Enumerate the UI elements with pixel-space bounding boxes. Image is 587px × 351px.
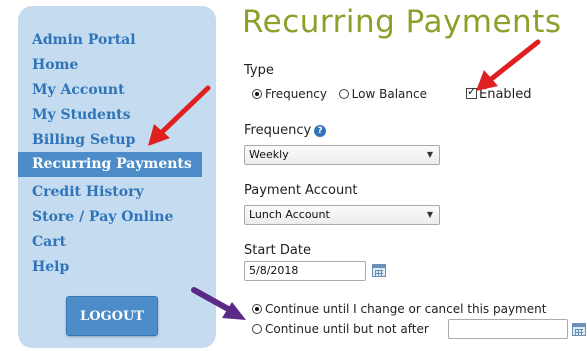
sidebar-item-home[interactable]: Home	[32, 57, 78, 73]
low-balance-radio-label[interactable]: Low Balance	[352, 87, 427, 101]
until-cancel-label[interactable]: Continue until I change or cancel this p…	[265, 302, 546, 316]
enabled-checkbox[interactable]	[466, 85, 477, 99]
payment-account-select[interactable]: Lunch Account ▼	[244, 205, 440, 225]
start-date-input[interactable]: 5/8/2018	[244, 261, 366, 281]
sidebar-item-store-pay-online[interactable]: Store / Pay Online	[32, 209, 173, 225]
question-circle-icon[interactable]: ?	[314, 125, 327, 137]
chevron-down-icon: ▼	[426, 150, 433, 159]
sidebar-nav: Admin Portal Home My Account My Students…	[18, 6, 216, 348]
until-cancel-option: Continue until I change or cancel this p…	[252, 302, 546, 316]
type-label: Type	[244, 63, 274, 78]
frequency-radio-label[interactable]: Frequency	[265, 87, 327, 101]
frequency-radio[interactable]	[252, 89, 262, 99]
chevron-down-icon: ▼	[426, 210, 433, 219]
red-arrow-icon	[476, 39, 541, 91]
frequency-select[interactable]: Weekly ▼	[244, 145, 440, 165]
type-options: Frequency Low Balance	[252, 87, 427, 101]
logout-button[interactable]: LOGOUT	[66, 296, 158, 336]
sidebar-item-credit-history[interactable]: Credit History	[32, 184, 144, 200]
calendar-icon[interactable]	[372, 264, 386, 277]
sidebar-item-cart[interactable]: Cart	[32, 234, 66, 250]
enabled-option: Enabled	[466, 85, 532, 102]
end-date-input[interactable]	[448, 319, 568, 339]
until-date-option: Continue until but not after	[252, 322, 429, 336]
payment-account-label: Payment Account	[244, 183, 358, 198]
until-date-label[interactable]: Continue until but not after	[265, 322, 429, 336]
page-title: Recurring Payments	[242, 4, 562, 40]
sidebar-item-recurring-payments[interactable]: Recurring Payments	[18, 152, 202, 177]
sidebar-item-help[interactable]: Help	[32, 259, 69, 275]
frequency-label-row: Frequency?	[244, 123, 327, 138]
frequency-select-value: Weekly	[249, 148, 289, 161]
sidebar-item-my-students[interactable]: My Students	[32, 107, 131, 123]
enabled-checkbox-label[interactable]: Enabled	[479, 87, 532, 102]
frequency-label: Frequency	[244, 123, 312, 138]
sidebar-item-my-account[interactable]: My Account	[32, 82, 125, 98]
until-cancel-radio[interactable]	[252, 304, 262, 314]
start-date-label: Start Date	[244, 243, 311, 258]
low-balance-radio[interactable]	[338, 89, 349, 99]
calendar-icon[interactable]	[572, 323, 586, 336]
payment-account-select-value: Lunch Account	[249, 208, 330, 221]
sidebar-item-billing-setup[interactable]: Billing Setup	[32, 132, 135, 148]
until-date-radio[interactable]	[252, 324, 262, 334]
sidebar-item-admin-portal[interactable]: Admin Portal	[32, 32, 136, 48]
